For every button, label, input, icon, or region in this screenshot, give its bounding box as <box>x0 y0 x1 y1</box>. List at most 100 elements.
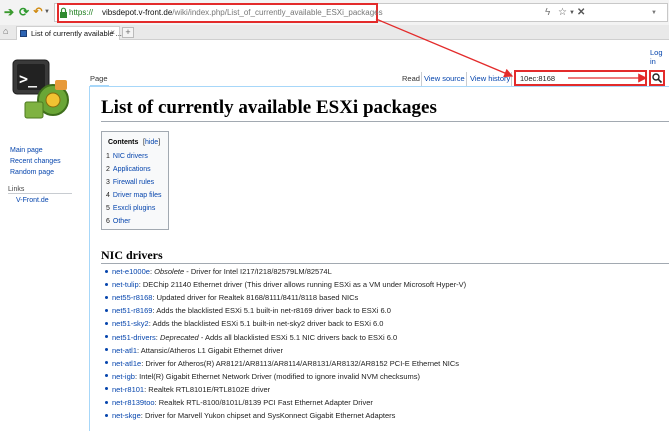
driver-link[interactable]: net-igb <box>112 372 135 381</box>
url-path: /wiki/index.php/List_of_currently_availa… <box>172 8 383 17</box>
driver-description: Attansic/Atheros L1 Gigabit Ethernet dri… <box>140 345 283 355</box>
url-scheme: https:// <box>69 8 94 17</box>
tab-view-history[interactable]: View history <box>470 74 510 83</box>
driver-link[interactable]: net51-sky2 <box>112 319 149 328</box>
title-divider <box>101 121 669 122</box>
bullet-icon <box>105 308 108 312</box>
chevron-down-icon[interactable]: ▼ <box>651 6 657 20</box>
tab-close-button[interactable]: × <box>110 28 115 37</box>
favicon-icon <box>20 30 27 37</box>
toc-number: 5 <box>106 205 110 212</box>
bullet-icon <box>105 269 108 273</box>
driver-description: Realtek RTL8101E/RTL8102E driver <box>148 384 271 394</box>
chevron-down-icon[interactable]: ▼ <box>569 6 575 20</box>
driver-description: Driver for Marvell Yukon chipset and Sys… <box>144 411 396 421</box>
list-item: net-r8139too: Realtek RTL-8100/8101L/813… <box>105 398 373 411</box>
tab-read[interactable]: Read <box>402 74 420 83</box>
search-input[interactable] <box>514 70 647 86</box>
star-icon[interactable]: ☆ <box>558 6 567 20</box>
driver-link[interactable]: net-tulip <box>112 280 139 289</box>
login-link[interactable]: Log in <box>650 48 669 66</box>
sidebar-heading-links: Links <box>8 186 25 193</box>
home-icon[interactable]: ⌂ <box>3 26 8 36</box>
bullet-icon <box>105 361 108 365</box>
toc-hide-toggle[interactable]: [hide] <box>143 139 160 146</box>
driver-link[interactable]: net-r8101 <box>112 385 144 394</box>
toc-item[interactable]: 6 Other <box>106 218 130 225</box>
chevron-down-icon[interactable]: ▼ <box>44 4 50 20</box>
toc-item[interactable]: 3 Firewall rules <box>106 179 154 186</box>
address-bar[interactable]: https:// vibsdepot.v-front.de/wiki/index… <box>54 3 668 23</box>
driver-description: - Driver for Intel I217/I218/82579LM/825… <box>184 267 332 276</box>
toc-item[interactable]: 1 NIC drivers <box>106 153 148 160</box>
driver-link[interactable]: net-e1000e <box>112 267 150 276</box>
sidebar-divider <box>8 193 72 194</box>
driver-link[interactable]: net-r8139too <box>112 398 155 407</box>
driver-description: Adds the blacklisted ESXi 5.1 built-in n… <box>156 306 391 316</box>
driver-description: DEChip 21140 Ethernet driver (This drive… <box>142 280 467 290</box>
url-text: vibsdepot.v-front.de/wiki/index.php/List… <box>102 8 383 17</box>
list-item: net-e1000e: Obsolete - Driver for Intel … <box>105 267 332 280</box>
toc-hide-link[interactable]: hide <box>145 139 158 146</box>
bullet-icon <box>105 321 108 325</box>
tab-bar: ⌂ List of currently available ... × + <box>0 25 669 40</box>
toc-label: Applications <box>112 166 151 173</box>
bullet-icon <box>105 374 108 378</box>
driver-description: Intel(R) Gigabit Ethernet Network Driver… <box>139 371 421 381</box>
status-label: Deprecated <box>159 332 199 342</box>
toc-item[interactable]: 2 Applications <box>106 166 151 173</box>
list-item: net-igb: Intel(R) Gigabit Ethernet Netwo… <box>105 372 420 385</box>
sidebar-link-recent-changes[interactable]: Recent changes <box>10 158 61 165</box>
list-item: net-atl1e: Driver for Atheros(R) AR8121/… <box>105 359 459 372</box>
bullet-icon <box>105 387 108 391</box>
bullet-icon <box>105 335 108 339</box>
section-heading-nic-drivers: NIC drivers <box>101 248 163 262</box>
list-item: net-skge: Driver for Marvell Yukon chips… <box>105 411 395 424</box>
driver-link[interactable]: net51-r8169 <box>112 306 152 315</box>
back-arrow-icon[interactable]: ➔ <box>2 4 16 20</box>
driver-link[interactable]: net-atl1 <box>112 346 137 355</box>
status-label: Obsolete <box>154 267 185 276</box>
toc-bracket: ] <box>158 139 161 146</box>
toc-item[interactable]: 4 Driver map files <box>106 192 162 199</box>
toc-item[interactable]: 5 Esxcli plugins <box>106 205 155 212</box>
svg-text:>_: >_ <box>19 70 38 88</box>
toc-label: Esxcli plugins <box>112 205 156 212</box>
driver-description: Updated driver for Realtek 8168/8111/841… <box>156 293 359 303</box>
tab-title: List of currently available ... <box>31 29 122 38</box>
bullet-icon <box>105 400 108 404</box>
toc-label: NIC drivers <box>112 153 148 160</box>
list-item: net51-sky2: Adds the blacklisted ESXi 5.… <box>105 319 383 332</box>
section-divider <box>101 263 669 264</box>
browser-tab[interactable]: List of currently available ... × <box>16 26 122 40</box>
new-tab-button[interactable]: + <box>122 27 134 38</box>
sidebar-link-vfront[interactable]: V-Front.de <box>16 197 49 204</box>
tab-divider <box>511 72 512 86</box>
toc-label: Other <box>112 218 131 225</box>
browser-toolbar: ➔ ⟳ ↶ ▼ https:// vibsdepot.v-front.de/wi… <box>0 0 669 25</box>
toc-number: 3 <box>106 179 110 186</box>
site-logo: >_ <box>12 59 69 119</box>
driver-link[interactable]: net-atl1e <box>112 359 141 368</box>
bullet-icon <box>105 295 108 299</box>
driver-link[interactable]: net-skge <box>112 411 141 420</box>
sidebar-link-random-page[interactable]: Random page <box>10 169 54 176</box>
lightning-icon[interactable]: ϟ <box>545 6 550 20</box>
driver-link[interactable]: net51-drivers <box>112 333 156 342</box>
refresh-icon[interactable]: ⟳ <box>17 4 31 20</box>
tab-page[interactable]: Page <box>90 74 108 83</box>
toc-number: 2 <box>106 166 110 173</box>
list-item: net-atl1: Attansic/Atheros L1 Gigabit Et… <box>105 346 283 359</box>
driver-description: Adds the blacklisted ESXi 5.1 built-in n… <box>152 319 384 329</box>
tab-divider <box>421 72 422 86</box>
sidebar-link-main-page[interactable]: Main page <box>10 147 43 154</box>
bullet-icon <box>105 282 108 286</box>
search-button[interactable] <box>649 70 665 86</box>
tab-view-source[interactable]: View source <box>424 74 465 83</box>
list-item: net55-r8168: Updated driver for Realtek … <box>105 293 358 306</box>
close-icon[interactable]: ✕ <box>577 6 585 20</box>
bullet-icon <box>105 348 108 352</box>
toc-number: 6 <box>106 218 110 225</box>
driver-link[interactable]: net55-r8168 <box>112 293 152 302</box>
undo-icon[interactable]: ↶ <box>32 4 44 20</box>
